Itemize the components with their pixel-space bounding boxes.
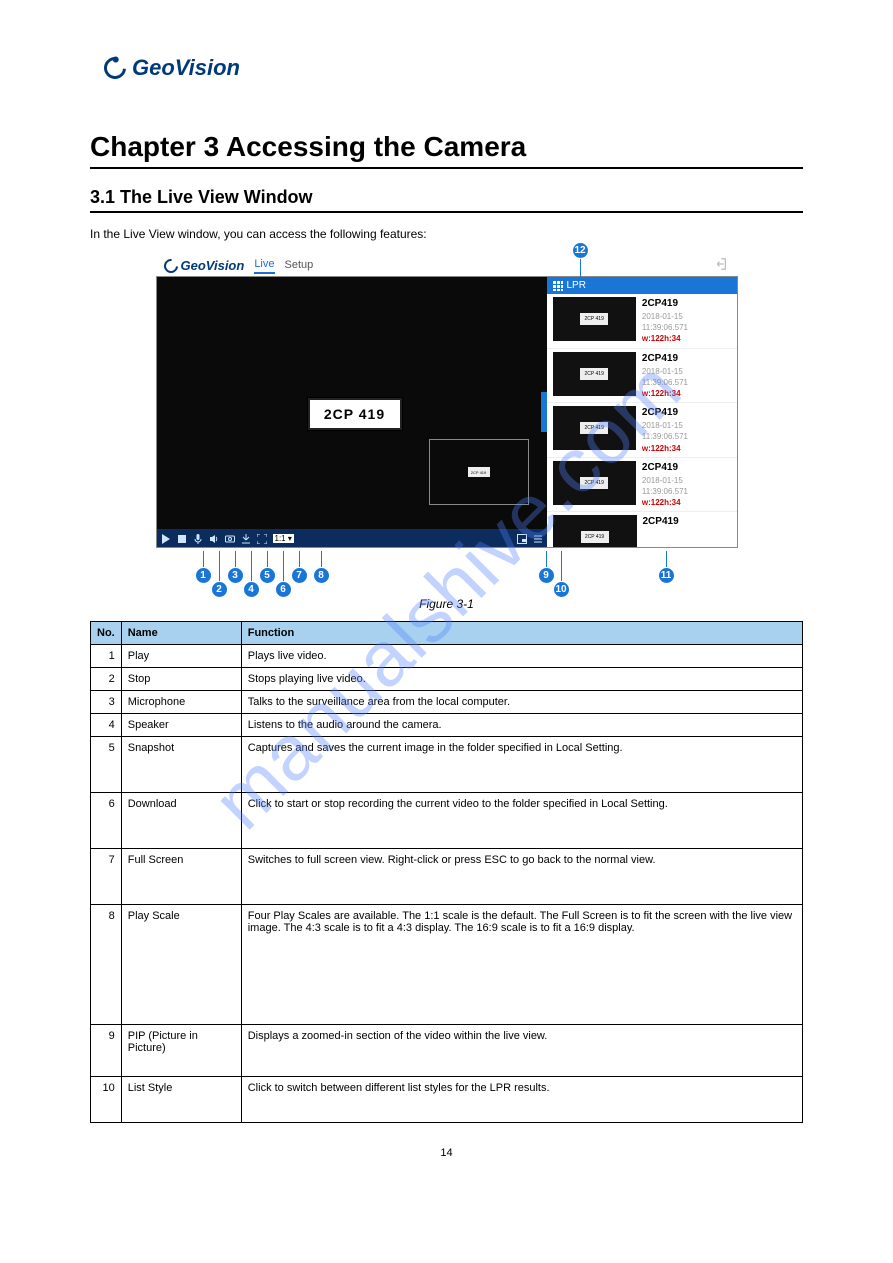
tab-setup[interactable]: Setup: [285, 259, 314, 273]
lpr-thumbnail: 2CP 419: [553, 461, 636, 505]
pip-icon[interactable]: [517, 533, 527, 543]
tab-live[interactable]: Live: [254, 258, 274, 274]
callout-bubble-8: 8: [313, 567, 330, 584]
callout-leader: [251, 551, 252, 583]
table-row: 1PlayPlays live video.: [91, 645, 803, 668]
lpr-meta: 2CP419 2018-01-15 11:39:06.571 w:122h:34: [642, 297, 731, 345]
table-row: 8Play ScaleFour Play Scales are availabl…: [91, 905, 803, 1025]
table-row: 2StopStops playing live video.: [91, 668, 803, 691]
callout-bubble-9: 9: [538, 567, 555, 584]
list-item[interactable]: 2CP 419 2CP419 2018-01-15 11:39:06.571 w…: [547, 294, 737, 349]
callout-bubble-4: 4: [243, 581, 260, 598]
lpr-header-label: LPR: [567, 280, 586, 291]
grid-icon[interactable]: [553, 281, 563, 291]
speaker-icon[interactable]: [209, 533, 219, 543]
live-view-screenshot: GeoVision Live Setup 2CP 419 2CP 419: [156, 251, 738, 591]
license-plate: 2CP 419: [307, 397, 403, 431]
lpr-thumbnail: 2CP 419: [553, 297, 636, 341]
lpr-list: 2CP 419 2CP419 2018-01-15 11:39:06.571 w…: [547, 294, 737, 547]
geovision-logo-icon: [161, 256, 181, 276]
play-icon[interactable]: [161, 533, 171, 543]
video-toolbar: 1:1 ▾: [157, 529, 547, 547]
fullscreen-icon[interactable]: [257, 533, 267, 543]
callout-bubble-2: 2: [211, 581, 228, 598]
table-row: 10List StyleClick to switch between diff…: [91, 1077, 803, 1123]
table-row: 9PIP (Picture in Picture)Displays a zoom…: [91, 1025, 803, 1077]
intro-text: In the Live View window, you can access …: [90, 227, 803, 241]
list-style-icon[interactable]: [533, 533, 543, 543]
mini-logo: GeoVision: [164, 258, 245, 273]
table-header-name: Name: [121, 622, 241, 645]
callout-bubble-10: 10: [553, 581, 570, 598]
callout-bubble-5: 5: [259, 567, 276, 584]
list-item[interactable]: 2CP 419 2CP419 2018-01-15 11:39:06.571 w…: [547, 403, 737, 458]
exit-icon[interactable]: [716, 257, 730, 274]
callout-bubble-3: 3: [227, 567, 244, 584]
table-row: 3MicrophoneTalks to the surveillance are…: [91, 691, 803, 714]
stop-icon[interactable]: [177, 533, 187, 543]
chapter-title: Chapter 3 Accessing the Camera: [90, 131, 803, 169]
table-row: 4SpeakerListens to the audio around the …: [91, 714, 803, 737]
lpr-meta: 2CP419: [643, 515, 679, 547]
lpr-thumbnail: 2CP 419: [553, 352, 636, 396]
table-row: 5SnapshotCaptures and saves the current …: [91, 737, 803, 793]
callout-bubble-11: 11: [658, 567, 675, 584]
mini-logo-text: GeoVision: [181, 258, 245, 273]
lpr-collapse-handle[interactable]: [541, 392, 547, 432]
table-row: 7Full ScreenSwitches to full screen view…: [91, 849, 803, 905]
lpr-meta: 2CP419 2018-01-15 11:39:06.571 w:122h:34: [642, 461, 731, 509]
pip-plate: 2CP 419: [468, 467, 490, 477]
callout-leader: [219, 551, 220, 583]
snapshot-icon[interactable]: [225, 533, 235, 543]
lpr-thumbnail: 2CP 419: [553, 406, 636, 450]
lpr-meta: 2CP419 2018-01-15 11:39:06.571 w:122h:34: [642, 406, 731, 454]
callout-leader: [283, 551, 284, 583]
download-icon[interactable]: [241, 533, 251, 543]
header-logo: GeoVision: [104, 55, 803, 81]
table-row: 6DownloadClick to start or stop recordin…: [91, 793, 803, 849]
lpr-thumbnail: 2CP 419: [553, 515, 637, 547]
ui-body: 2CP 419 2CP 419 1:1 ▾: [156, 276, 738, 548]
callout-bubble-12: 12: [572, 242, 589, 259]
header-logo-text: GeoVision: [132, 55, 240, 81]
function-table: No. Name Function 1PlayPlays live video.…: [90, 621, 803, 1123]
list-item[interactable]: 2CP 419 2CP419: [547, 512, 737, 547]
pip-box: 2CP 419: [429, 439, 529, 505]
lpr-header: LPR: [547, 277, 737, 294]
play-scale-select[interactable]: 1:1 ▾: [273, 534, 294, 543]
callout-bubble-6: 6: [275, 581, 292, 598]
list-item[interactable]: 2CP 419 2CP419 2018-01-15 11:39:06.571 w…: [547, 458, 737, 513]
figure-caption: Figure 3-1: [90, 597, 803, 611]
ui-top-bar: GeoVision Live Setup: [156, 251, 738, 276]
callout-bubble-7: 7: [291, 567, 308, 584]
video-pane: 2CP 419 2CP 419 1:1 ▾: [157, 277, 547, 547]
section-title: 3.1 The Live View Window: [90, 187, 803, 213]
list-item[interactable]: 2CP 419 2CP419 2018-01-15 11:39:06.571 w…: [547, 349, 737, 404]
figure-container: GeoVision Live Setup 2CP 419 2CP 419: [156, 251, 738, 591]
table-header-no: No.: [91, 622, 122, 645]
page-number: 14: [90, 1147, 803, 1159]
callout-bubble-1: 1: [195, 567, 212, 584]
microphone-icon[interactable]: [193, 533, 203, 543]
table-header-func: Function: [241, 622, 802, 645]
geovision-logo-icon: [100, 53, 131, 84]
callout-leader: [561, 551, 562, 583]
lpr-results-panel: LPR 2CP 419 2CP419 2018-01-15 11:39:06.5…: [547, 277, 737, 547]
lpr-meta: 2CP419 2018-01-15 11:39:06.571 w:122h:34: [642, 352, 731, 400]
